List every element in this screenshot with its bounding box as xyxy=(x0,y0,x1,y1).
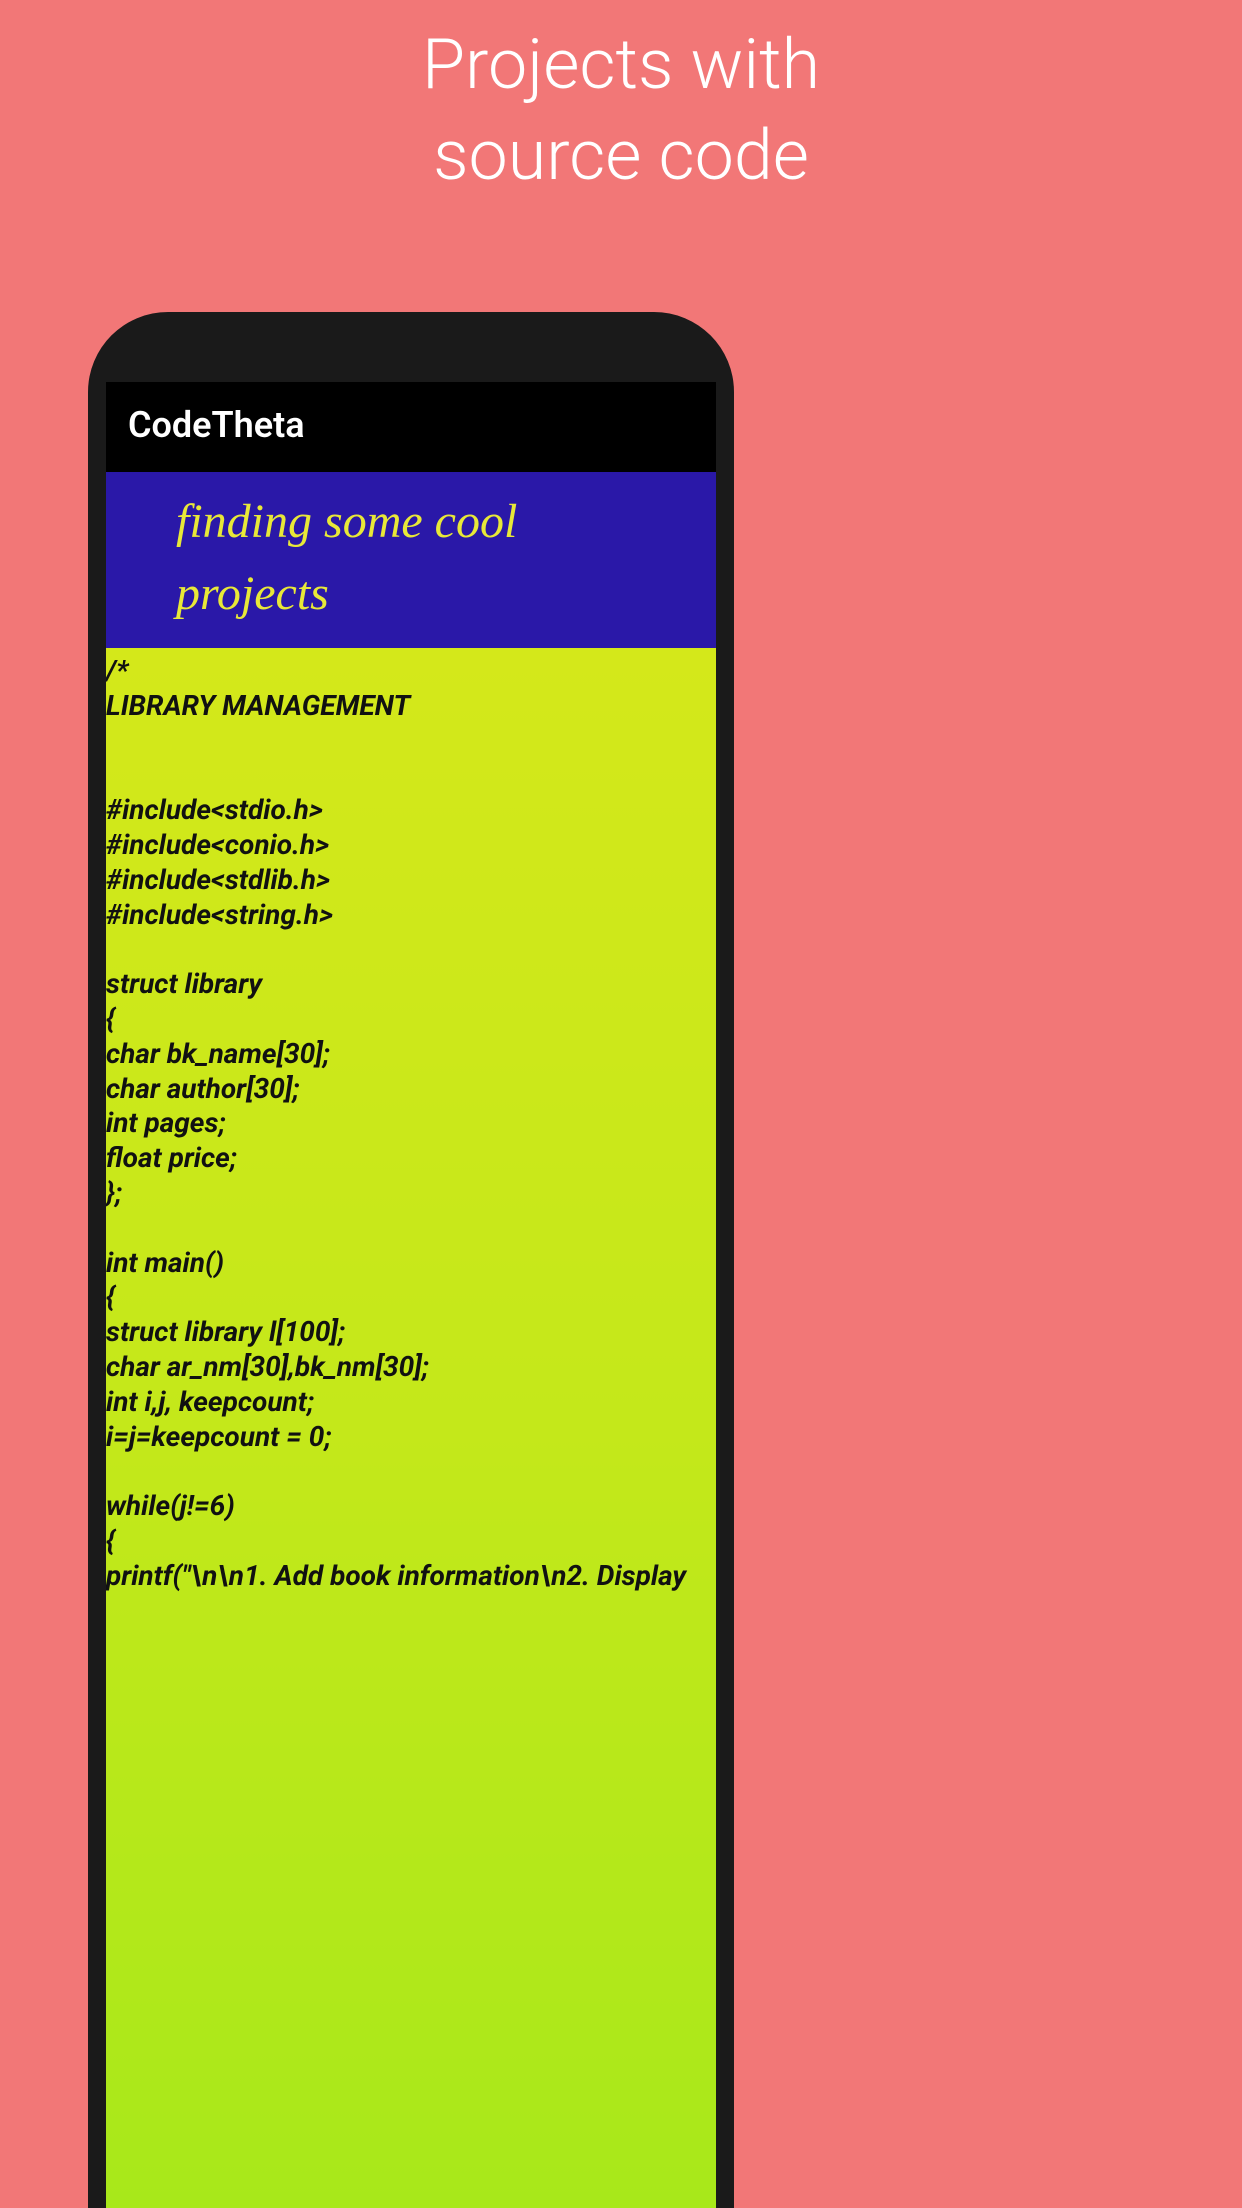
promo-line-2: source code xyxy=(0,111,1242,202)
code-line: }; xyxy=(106,1178,716,1213)
code-line: /* xyxy=(106,656,716,691)
phone-screen: CodeTheta finding some cool projects /*L… xyxy=(106,382,716,2208)
banner: finding some cool projects xyxy=(106,472,716,648)
code-line xyxy=(106,934,716,969)
code-line xyxy=(106,726,716,761)
code-line: #include<stdlib.h> xyxy=(106,865,716,900)
code-line: #include<stdio.h> xyxy=(106,795,716,830)
code-line xyxy=(106,760,716,795)
code-line: char ar_nm[30],bk_nm[30]; xyxy=(106,1352,716,1387)
code-line: { xyxy=(106,1282,716,1317)
code-line xyxy=(106,1213,716,1248)
code-line: LIBRARY MANAGEMENT xyxy=(106,691,716,726)
code-line: while(j!=6) xyxy=(106,1491,716,1526)
code-line: #include<conio.h> xyxy=(106,830,716,865)
promo-title: Projects with source code xyxy=(0,0,1242,202)
code-line: struct library xyxy=(106,969,716,1004)
code-line: char bk_name[30]; xyxy=(106,1039,716,1074)
code-line: char author[30]; xyxy=(106,1074,716,1109)
code-line: int pages; xyxy=(106,1108,716,1143)
code-viewer[interactable]: /*LIBRARY MANAGEMENT #include<stdio.h>#i… xyxy=(106,648,716,2208)
code-line: { xyxy=(106,1004,716,1039)
code-line: int main() xyxy=(106,1248,716,1283)
promo-line-1: Projects with xyxy=(0,20,1242,111)
code-line: float price; xyxy=(106,1143,716,1178)
code-line: #include<string.h> xyxy=(106,900,716,935)
code-line: int i,j, keepcount; xyxy=(106,1387,716,1422)
code-line: { xyxy=(106,1526,716,1561)
app-title: CodeTheta xyxy=(128,404,305,446)
app-header: CodeTheta xyxy=(106,382,716,472)
phone-frame: CodeTheta finding some cool projects /*L… xyxy=(88,312,734,2208)
code-line xyxy=(106,1456,716,1491)
code-line: i=j=keepcount = 0; xyxy=(106,1422,716,1457)
code-line: printf("\n\n1. Add book information\n2. … xyxy=(106,1561,716,1596)
code-line: struct library l[100]; xyxy=(106,1317,716,1352)
banner-text: finding some cool projects xyxy=(176,486,646,630)
